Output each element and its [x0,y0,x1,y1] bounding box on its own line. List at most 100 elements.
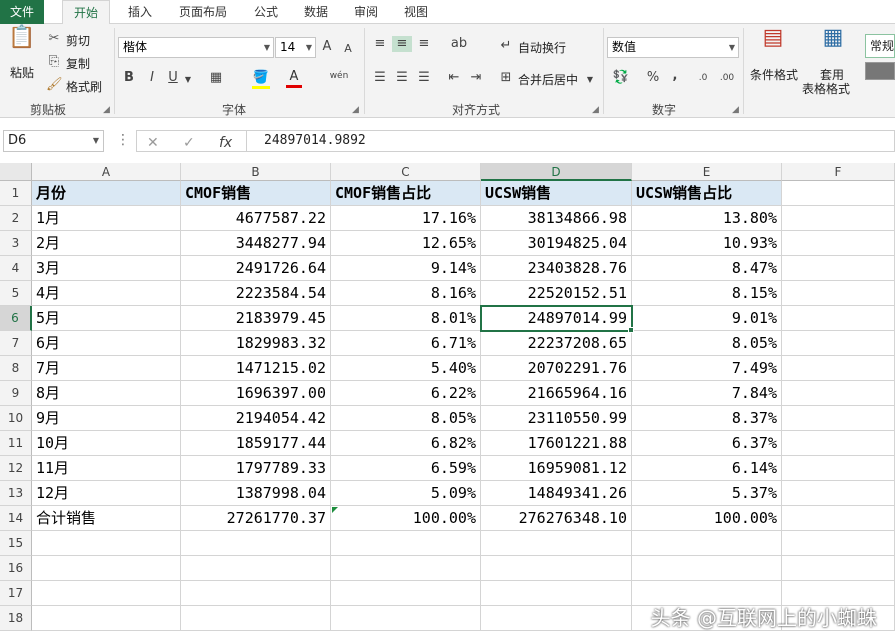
cell-B16[interactable] [181,556,331,581]
decrease-indent-icon[interactable]: ⇤ [446,70,462,86]
cell-E3[interactable]: 10.93% [632,231,782,256]
cell-D15[interactable] [481,531,632,556]
cell-A2[interactable]: 1月 [32,206,181,231]
cell-E4[interactable]: 8.47% [632,256,782,281]
cell-A9[interactable]: 8月 [32,381,181,406]
cell-F8[interactable] [782,356,895,381]
cell-C18[interactable] [331,606,481,631]
cell-F14[interactable] [782,506,895,531]
row-header-18[interactable]: 18 [0,606,32,631]
cell-D12[interactable]: 16959081.12 [481,456,632,481]
cell-A14[interactable]: 合计销售 [32,506,181,531]
font-size-select[interactable]: 14 ▼ [275,37,316,58]
cell-F5[interactable] [782,281,895,306]
paste-button[interactable]: 粘贴 [10,64,34,81]
tab-home[interactable]: 开始 [62,0,110,25]
column-header-B[interactable]: B [181,163,331,181]
cell-E2[interactable]: 13.80% [632,206,782,231]
cell-B14[interactable]: 27261770.37 [181,506,331,531]
cell-C16[interactable] [331,556,481,581]
formula-input[interactable]: 24897014.9892 [246,130,895,152]
cell-E9[interactable]: 7.84% [632,381,782,406]
border-icon[interactable]: ▦ [208,70,224,86]
cell-E11[interactable]: 6.37% [632,431,782,456]
tab-view[interactable]: 视图 [396,0,436,24]
cell-E16[interactable] [632,556,782,581]
cell-C5[interactable]: 8.16% [331,281,481,306]
cell-C10[interactable]: 8.05% [331,406,481,431]
cell-B5[interactable]: 2223584.54 [181,281,331,306]
cell-C13[interactable]: 5.09% [331,481,481,506]
wrap-text-icon[interactable]: ↵ [498,38,514,54]
cell-A6[interactable]: 5月 [32,306,181,331]
tab-file[interactable]: 文件 [0,0,44,24]
fill-color-icon[interactable]: 🪣 [252,70,270,89]
conditional-format-icon[interactable]: ▤ [758,27,788,62]
accounting-format-icon[interactable]: 💱 [610,70,632,86]
conditional-format-button[interactable]: 条件格式 [750,66,798,83]
scissors-icon[interactable]: ✂ [46,31,62,47]
cell-C17[interactable] [331,581,481,606]
cell-D13[interactable]: 14849341.26 [481,481,632,506]
cell-F7[interactable] [782,331,895,356]
cell-A16[interactable] [32,556,181,581]
cell-F6[interactable] [782,306,895,331]
cell-C11[interactable]: 6.82% [331,431,481,456]
cell-A18[interactable] [32,606,181,631]
cell-A10[interactable]: 9月 [32,406,181,431]
cell-C4[interactable]: 9.14% [331,256,481,281]
fill-handle[interactable] [628,327,634,333]
cell-A1[interactable]: 月份 [32,181,181,206]
row-header-9[interactable]: 9 [0,381,32,406]
row-header-3[interactable]: 3 [0,231,32,256]
cell-B15[interactable] [181,531,331,556]
format-painter-button[interactable]: 格式刷 [66,78,102,95]
column-header-E[interactable]: E [632,163,782,181]
cell-A13[interactable]: 12月 [32,481,181,506]
cell-D8[interactable]: 20702291.76 [481,356,632,381]
tab-review[interactable]: 审阅 [346,0,386,24]
copy-button[interactable]: 复制 [66,55,90,72]
cell-F11[interactable] [782,431,895,456]
decrease-decimal-icon[interactable]: .00 [718,70,736,86]
cell-E14[interactable]: 100.00% [632,506,782,531]
cell-A3[interactable]: 2月 [32,231,181,256]
table-format-button-line2[interactable]: 表格格式 [802,80,850,97]
cell-B1[interactable]: CMOF销售 [181,181,331,206]
cell-B6[interactable]: 2183979.45 [181,306,331,331]
cell-E15[interactable] [632,531,782,556]
cell-F12[interactable] [782,456,895,481]
tab-data[interactable]: 数据 [296,0,336,24]
font-color-button[interactable]: A [286,69,302,88]
cell-A17[interactable] [32,581,181,606]
align-top-icon[interactable]: ≡ [372,36,388,52]
merge-center-icon[interactable]: ⊞ [498,70,514,86]
name-box[interactable]: D6 ▼ [3,130,104,152]
cell-B13[interactable]: 1387998.04 [181,481,331,506]
row-header-5[interactable]: 5 [0,281,32,306]
column-header-A[interactable]: A [32,163,181,181]
row-header-11[interactable]: 11 [0,431,32,456]
cell-A15[interactable] [32,531,181,556]
cell-B9[interactable]: 1696397.00 [181,381,331,406]
cell-D9[interactable]: 21665964.16 [481,381,632,406]
cell-E7[interactable]: 8.05% [632,331,782,356]
cell-E10[interactable]: 8.37% [632,406,782,431]
cell-A5[interactable]: 4月 [32,281,181,306]
chevron-down-icon[interactable]: ▼ [586,72,594,88]
column-header-F[interactable]: F [782,163,895,181]
italic-button[interactable]: I [145,70,159,86]
cell-D16[interactable] [481,556,632,581]
cell-D14[interactable]: 276276348.10 [481,506,632,531]
orientation-icon[interactable]: ab [448,36,470,52]
tab-formulas[interactable]: 公式 [246,0,286,24]
row-header-10[interactable]: 10 [0,406,32,431]
chevron-down-icon[interactable]: ▼ [184,72,192,88]
cell-A8[interactable]: 7月 [32,356,181,381]
cell-D6[interactable]: 24897014.99 [481,306,632,331]
column-header-D[interactable]: D [481,163,632,181]
enter-icon[interactable]: ✓ [183,135,195,151]
cell-C3[interactable]: 12.65% [331,231,481,256]
cell-D10[interactable]: 23110550.99 [481,406,632,431]
select-all-corner[interactable] [0,163,32,181]
